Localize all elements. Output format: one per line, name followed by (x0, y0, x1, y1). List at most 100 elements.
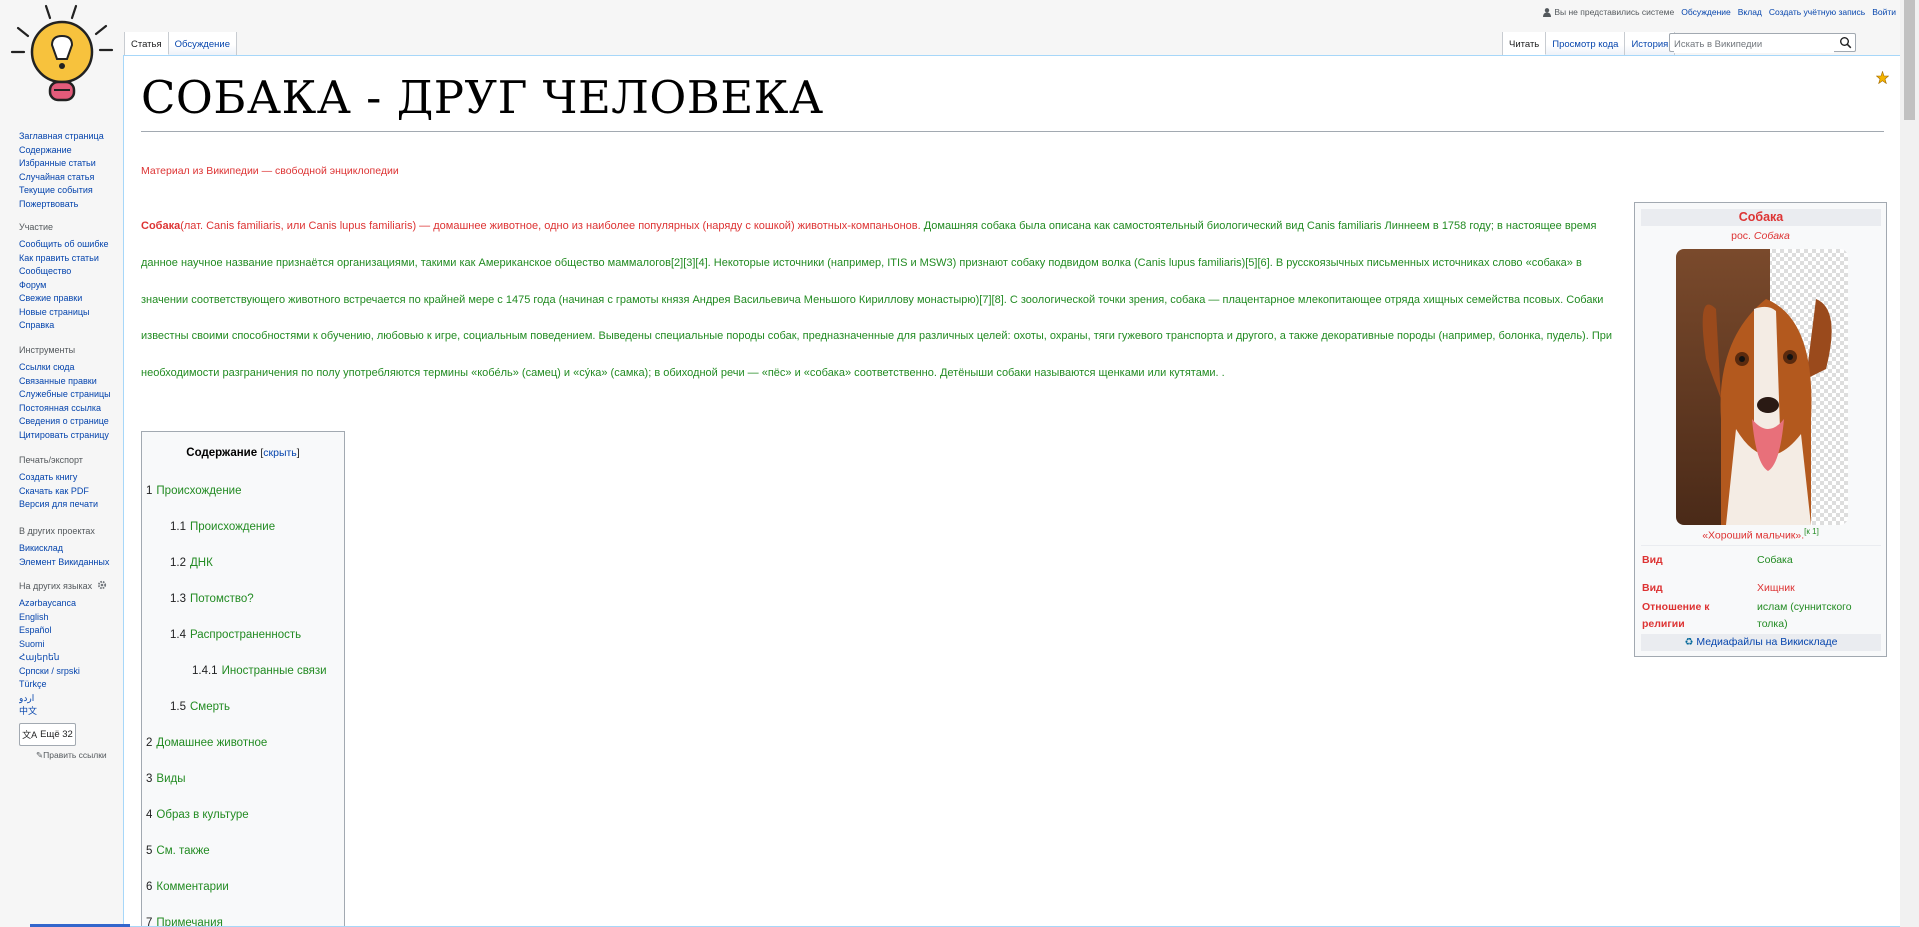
sidebar-item-recent-changes[interactable]: Свежие правки (19, 292, 119, 306)
toc-item[interactable]: 1.1 Происхождение (170, 521, 275, 533)
toc-item[interactable]: 5 См. также (146, 845, 210, 857)
projects-portal: В других проектах Викисклад Элемент Вики… (19, 526, 119, 569)
gear-icon[interactable] (97, 580, 107, 590)
lang-item[interactable]: English (19, 611, 119, 625)
tab-history[interactable]: История (1625, 32, 1676, 55)
toc-item[interactable]: 2 Домашнее животное (146, 737, 267, 749)
toc-item[interactable]: 1.3 Потомство? (170, 593, 254, 605)
table-of-contents: Содержание [скрыть] 1 Происхождение 1.1 Пр… (141, 431, 345, 927)
participation-heading: Участие (19, 222, 54, 232)
toc-item[interactable]: 1.2 ДНК (170, 557, 213, 569)
login-link[interactable]: Войти (1872, 7, 1896, 17)
sidebar-item-print-version[interactable]: Версия для печати (19, 498, 119, 512)
toc-item[interactable]: 1 Происхождение (146, 485, 242, 497)
create-account-link[interactable]: Создать учётную запись (1769, 7, 1865, 17)
toc-item[interactable]: 4 Образ в культуре (146, 809, 249, 821)
lang-item[interactable]: Español (19, 624, 119, 638)
toc-item[interactable]: 3 Виды (146, 773, 185, 785)
contributions-link[interactable]: Вклад (1738, 7, 1762, 17)
toc-item-number: 1.3 (170, 593, 186, 605)
lang-item[interactable]: Српски / srpski (19, 665, 119, 679)
nav-main-page[interactable]: Заглавная страница (19, 130, 119, 144)
sidebar-item-report-error[interactable]: Сообщить об ошибке (19, 238, 119, 252)
tab-article[interactable]: Статья (125, 32, 169, 55)
toc-item-text: ДНК (190, 557, 213, 569)
tab-read[interactable]: Читать (1503, 32, 1547, 55)
infobox-value[interactable]: ислам (суннитского толка) (1757, 599, 1882, 633)
site-logo[interactable] (6, 0, 118, 112)
commons-media-link[interactable]: ♻ Медиафайлы на Викискладе (1641, 634, 1881, 651)
lang-item[interactable]: 中文 (19, 705, 119, 719)
toc-item-number: 5 (146, 845, 153, 857)
infobox-key: Вид (1642, 554, 1663, 566)
sidebar-item-wikidata[interactable]: Элемент Викиданных (19, 556, 119, 570)
tab-view-source[interactable]: Просмотр кода (1546, 32, 1626, 55)
toc-item-number: 7 (146, 917, 153, 927)
nav-donate[interactable]: Пожертвовать (19, 198, 119, 212)
sidebar-item-cite[interactable]: Цитировать страницу (19, 429, 119, 443)
nav-contents[interactable]: Содержание (19, 144, 119, 158)
toc-item[interactable]: 6 Комментарии (146, 881, 229, 893)
sidebar-item-commons[interactable]: Викисклад (19, 542, 119, 556)
toc-item[interactable]: 1.5 Смерть (170, 701, 230, 713)
sidebar-item-special-pages[interactable]: Служебные страницы (19, 388, 119, 402)
sidebar-item-help[interactable]: Справка (19, 319, 119, 333)
tools-portal: Инструменты Ссылки сюда Связанные правки… (19, 345, 119, 442)
infobox-value[interactable]: Собака (1757, 552, 1882, 569)
sidebar-item-what-links-here[interactable]: Ссылки сюда (19, 361, 119, 375)
infobox-key: Отношение к религии (1642, 601, 1710, 630)
sidebar-item-create-book[interactable]: Создать книгу (19, 471, 119, 485)
nav-current-events[interactable]: Текущие события (19, 184, 119, 198)
lang-item[interactable]: اردو (19, 692, 119, 706)
search-icon[interactable] (1839, 36, 1852, 49)
dog-photo[interactable] (1676, 249, 1848, 525)
edit-links-button[interactable]: ✎Править ссылки (36, 750, 107, 761)
sidebar: Заглавная страница Содержание Избранные … (0, 0, 124, 927)
search-box (1669, 33, 1856, 53)
scrollbar-thumb[interactable] (1904, 0, 1915, 120)
sidebar-item-forum[interactable]: Форум (19, 279, 119, 293)
sidebar-item-how-to-edit[interactable]: Как править статьи (19, 252, 119, 266)
toc-item[interactable]: 7 Примечания (146, 917, 223, 927)
infobox-value[interactable]: Хищник (1757, 580, 1882, 597)
toc-toggle[interactable]: [скрыть] (260, 447, 299, 459)
lang-item[interactable]: Türkçe (19, 678, 119, 692)
intro-body: Домашняя собака была описана как самосто… (141, 220, 1612, 380)
more-languages-button[interactable]: 文A Ещё 32 (19, 723, 76, 746)
toc-item-text: Смерть (190, 701, 231, 713)
tab-talk[interactable]: Обсуждение (168, 32, 237, 55)
toc-item-number: 6 (146, 881, 153, 893)
article-intro: Собака(лат. Canis familiaris, или Canis … (141, 208, 1617, 392)
lang-item[interactable]: Azərbaycanca (19, 597, 119, 611)
search-input[interactable] (1674, 36, 1834, 53)
toc-item[interactable]: 1.4.1 Иностранные связи (192, 665, 327, 677)
toc-item-text: Распространенность (190, 629, 302, 641)
content-area: СОБАКА - ДРУГ ЧЕЛОВЕКА Материал из Викип… (123, 55, 1900, 927)
infobox-subtitle: рос. Собака (1635, 230, 1886, 242)
caption-footnote-link[interactable]: [к 1] (1804, 527, 1819, 536)
toc-item-text: Домашнее животное (156, 737, 268, 749)
talk-link[interactable]: Обсуждение (1681, 7, 1731, 17)
toc-item[interactable]: 1.4 Распространенность (170, 629, 301, 641)
toc-item-text: Потомство? (190, 593, 254, 605)
toc-item-text: Примечания (156, 917, 223, 927)
nav-random[interactable]: Случайная статья (19, 171, 119, 185)
sidebar-item-related-changes[interactable]: Связанные правки (19, 375, 119, 389)
sidebar-item-download-pdf[interactable]: Скачать как PDF (19, 485, 119, 499)
sidebar-item-new-pages[interactable]: Новые страницы (19, 306, 119, 320)
languages-portal: На других языках Azərbaycanca English Es… (19, 581, 119, 719)
sidebar-item-page-info[interactable]: Сведения о странице (19, 415, 119, 429)
lang-item[interactable]: Հայերեն (19, 651, 119, 665)
infobox: Собака рос. Собака «Хороший мальчик».[к … (1634, 202, 1887, 657)
personal-tools: Вы не представились системе Обсуждение В… (1543, 7, 1896, 17)
toc-hide-link[interactable]: скрыть (263, 447, 297, 459)
commons-media-label: Медиафайлы на Викискладе (1696, 636, 1838, 648)
toc-title-label: Содержание (186, 447, 258, 459)
scrollbar[interactable] (1900, 0, 1919, 927)
dog-photo-illustration (1676, 249, 1848, 525)
sidebar-item-community[interactable]: Сообщество (19, 265, 119, 279)
nav-featured[interactable]: Избранные статьи (19, 157, 119, 171)
sidebar-item-permalink[interactable]: Постоянная ссылка (19, 402, 119, 416)
lang-item[interactable]: Suomi (19, 638, 119, 652)
toc-item-number: 1.2 (170, 557, 186, 569)
